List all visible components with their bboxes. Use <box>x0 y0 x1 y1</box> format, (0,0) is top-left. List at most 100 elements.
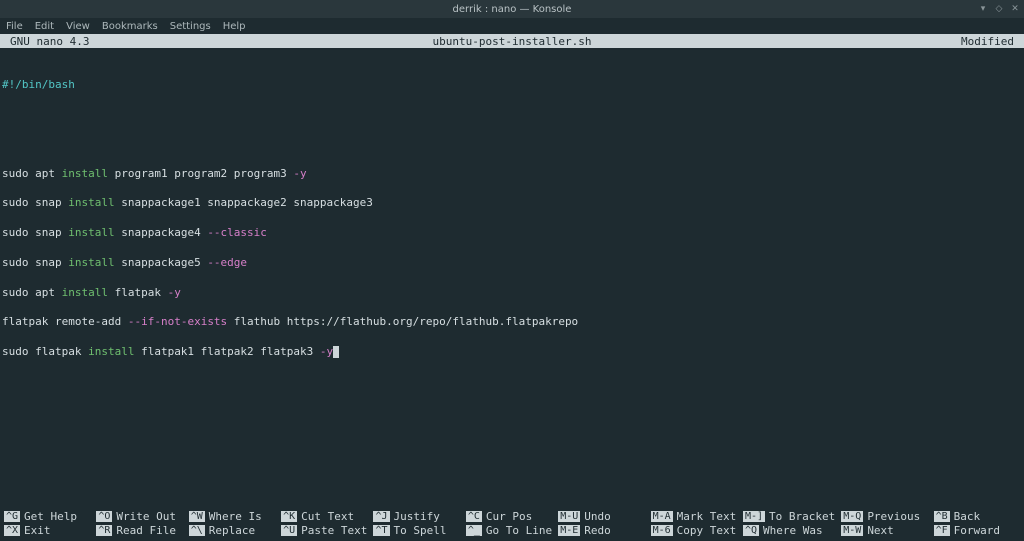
shortcut-label: Read File <box>116 524 176 537</box>
shortcut-item: ^U Paste Text <box>281 524 367 537</box>
shortcut-item: ^O Write Out <box>96 510 182 523</box>
shortcut-key: ^C <box>466 511 482 522</box>
shortcut-item: ^\ Replace <box>189 524 275 537</box>
shortcut-item: ^_ Go To Line <box>466 524 552 537</box>
shortcut-key: ^J <box>373 511 389 522</box>
shortcut-label: Forward <box>954 524 1000 537</box>
shortcut-key: ^W <box>189 511 205 522</box>
shortcut-label: Where Was <box>763 524 823 537</box>
shortcut-item: ^C Cur Pos <box>466 510 552 523</box>
code-line: flatpak remote-add --if-not-exists flath… <box>2 315 1022 330</box>
shortcut-label: Exit <box>24 524 51 537</box>
shortcut-key: ^X <box>4 525 20 536</box>
menu-file[interactable]: File <box>6 21 23 32</box>
shortcut-key: M-U <box>558 511 580 522</box>
shortcut-key: ^K <box>281 511 297 522</box>
shortcut-item: ^K Cut Text <box>281 510 367 523</box>
shortcut-label: Write Out <box>116 510 176 523</box>
shortcut-key: ^R <box>96 525 112 536</box>
shortcut-item: M-E Redo <box>558 524 644 537</box>
window-titlebar: derrik : nano — Konsole ▾ ◇ ✕ <box>0 0 1024 18</box>
blank-line <box>2 271 1022 286</box>
nano-version: GNU nano 4.3 <box>10 35 89 48</box>
shortcut-item: ^X Exit <box>4 524 90 537</box>
menu-edit[interactable]: Edit <box>35 21 54 32</box>
shortcut-item: ^B Back <box>934 510 1020 523</box>
nano-shortcuts: ^G Get Help ^O Write Out ^W Where Is ^K Cut Tex… <box>0 508 1024 541</box>
shortcut-label: Next <box>867 524 894 537</box>
shortcut-label: Previous <box>867 510 920 523</box>
blank-line <box>2 211 1022 226</box>
shebang-line: #!/bin/bash <box>2 78 1022 93</box>
shortcut-item: M-U Undo <box>558 510 644 523</box>
menubar: File Edit View Bookmarks Settings Help <box>0 18 1024 34</box>
shortcut-item: M-A Mark Text <box>651 510 737 523</box>
minimize-icon[interactable]: ▾ <box>978 4 988 14</box>
blank-line <box>2 182 1022 197</box>
nano-filename: ubuntu-post-installer.sh <box>433 35 592 48</box>
shortcut-key: ^G <box>4 511 20 522</box>
shortcut-item: ^R Read File <box>96 524 182 537</box>
shortcut-key: M-A <box>651 511 673 522</box>
shortcut-label: Get Help <box>24 510 77 523</box>
shortcut-label: Mark Text <box>677 510 737 523</box>
shortcut-label: Cut Text <box>301 510 354 523</box>
menu-bookmarks[interactable]: Bookmarks <box>102 21 158 32</box>
menu-help[interactable]: Help <box>223 21 246 32</box>
shortcut-label: Undo <box>584 510 611 523</box>
menu-settings[interactable]: Settings <box>170 21 211 32</box>
shortcut-key: M-E <box>558 525 580 536</box>
code-line: sudo snap install snappackage4 --classic <box>2 226 1022 241</box>
shortcut-item: ^T To Spell <box>373 524 459 537</box>
shortcut-item: M-] To Bracket <box>743 510 835 523</box>
nano-modified: Modified <box>961 35 1014 48</box>
window-title: derrik : nano — Konsole <box>453 4 572 15</box>
shortcut-key: ^Q <box>743 525 759 536</box>
shortcut-label: Replace <box>209 524 255 537</box>
blank-line <box>2 122 1022 137</box>
code-line: sudo flatpak install flatpak1 flatpak2 f… <box>2 345 1022 360</box>
shortcut-item: M-W Next <box>841 524 927 537</box>
shortcut-key: M-W <box>841 525 863 536</box>
menu-view[interactable]: View <box>66 21 90 32</box>
shortcut-label: Copy Text <box>677 524 737 537</box>
shortcut-label: Redo <box>584 524 611 537</box>
blank-line <box>2 300 1022 315</box>
shortcut-item: ^G Get Help <box>4 510 90 523</box>
shortcut-key: ^B <box>934 511 950 522</box>
shortcut-label: To Bracket <box>769 510 835 523</box>
shortcut-item: ^J Justify <box>373 510 459 523</box>
nano-header: GNU nano 4.3 ubuntu-post-installer.sh Mo… <box>0 34 1024 48</box>
blank-line <box>2 241 1022 256</box>
shortcut-key: M-6 <box>651 525 673 536</box>
code-line: sudo snap install snappackage5 --edge <box>2 256 1022 271</box>
shortcut-label: To Spell <box>394 524 447 537</box>
shortcut-label: Paste Text <box>301 524 367 537</box>
shortcut-key: ^_ <box>466 525 482 536</box>
shortcut-key: ^F <box>934 525 950 536</box>
shortcut-key: ^U <box>281 525 297 536</box>
editor-area[interactable]: #!/bin/bash sudo apt install program1 pr… <box>0 48 1024 508</box>
shortcut-label: Justify <box>394 510 440 523</box>
close-icon[interactable]: ✕ <box>1010 4 1020 14</box>
shortcut-item: ^W Where Is <box>189 510 275 523</box>
code-line: sudo apt install flatpak -y <box>2 286 1022 301</box>
shortcut-key: ^\ <box>189 525 205 536</box>
shortcut-label: Where Is <box>209 510 262 523</box>
shortcut-label: Cur Pos <box>486 510 532 523</box>
code-line: sudo snap install snappackage1 snappacka… <box>2 196 1022 211</box>
window-controls: ▾ ◇ ✕ <box>978 4 1020 14</box>
shortcut-key: M-Q <box>841 511 863 522</box>
blank-line <box>2 360 1022 375</box>
shortcut-label: Back <box>954 510 981 523</box>
text-cursor <box>333 346 339 358</box>
shortcut-item: ^F Forward <box>934 524 1020 537</box>
shortcut-key: ^O <box>96 511 112 522</box>
shortcut-key: ^T <box>373 525 389 536</box>
shortcut-item: M-6 Copy Text <box>651 524 737 537</box>
shortcut-item: ^Q Where Was <box>743 524 835 537</box>
maximize-icon[interactable]: ◇ <box>994 4 1004 14</box>
shortcut-label: Go To Line <box>486 524 552 537</box>
shortcut-key: M-] <box>743 511 765 522</box>
code-line: sudo apt install program1 program2 progr… <box>2 167 1022 182</box>
